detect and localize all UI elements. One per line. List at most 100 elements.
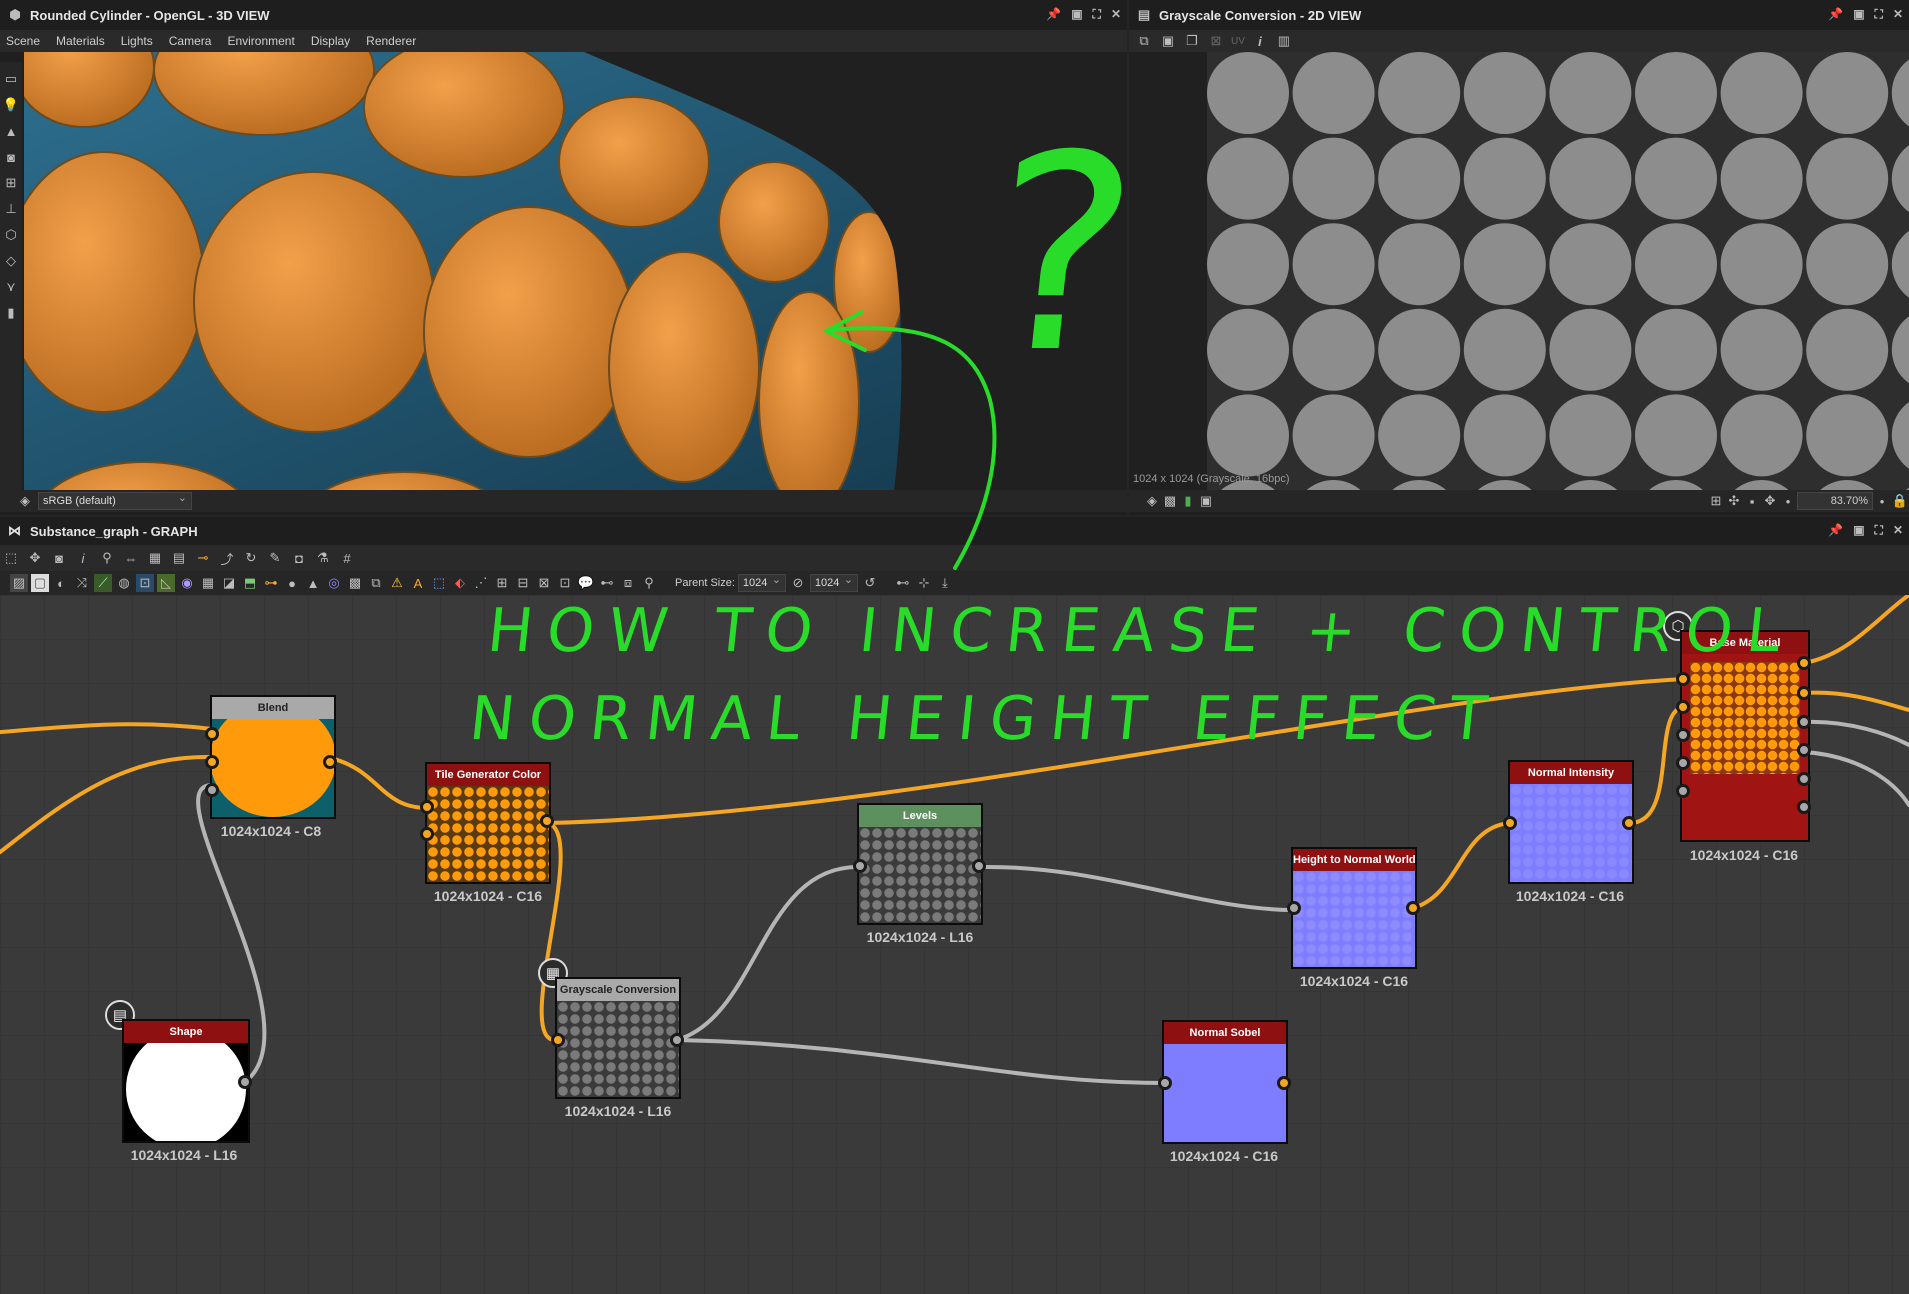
camera-icon[interactable]: ▭ <box>2 70 20 88</box>
refresh-icon[interactable]: ↻ <box>242 549 260 567</box>
light-icon[interactable]: 💡 <box>2 96 20 114</box>
warning-node-icon[interactable]: ⚠ <box>388 574 406 592</box>
close-icon[interactable]: ✕ <box>1893 523 1903 538</box>
view3d-titlebar[interactable]: ⬢ Rounded Cylinder - OpenGL - 3D VIEW 📌 … <box>0 0 1127 30</box>
screenshot-icon[interactable]: ◙ <box>2 148 20 166</box>
base-material-output-6[interactable] <box>1797 800 1811 814</box>
view3d-viewport[interactable] <box>24 52 1127 490</box>
blend-node[interactable]: Blend <box>210 695 336 819</box>
menu-materials[interactable]: Materials <box>56 34 105 48</box>
pan-icon[interactable]: ✥ <box>1761 492 1779 510</box>
axis-icon[interactable]: ⊥ <box>2 200 20 218</box>
grid-icon[interactable]: ⊞ <box>1707 492 1725 510</box>
base-material-output-1[interactable] <box>1797 656 1811 670</box>
uv-label[interactable]: UV <box>1231 36 1245 47</box>
transform-icon[interactable]: ⋎ <box>2 278 20 296</box>
layers-icon[interactable]: ◇ <box>2 252 20 270</box>
grayscale-conversion-node[interactable]: Grayscale Conversion <box>555 977 681 1099</box>
shuffle-node-icon[interactable]: ⤨ <box>73 574 91 592</box>
align-icon[interactable]: ⇔ <box>122 549 140 567</box>
tools-icon[interactable]: ✎ <box>266 549 284 567</box>
pin-icon[interactable]: 📌 <box>1828 523 1843 538</box>
levels-node[interactable]: Levels <box>857 803 983 925</box>
height-to-normal-output[interactable] <box>1406 901 1420 915</box>
curve-node-icon[interactable]: ⟋ <box>94 574 112 592</box>
menu-lights[interactable]: Lights <box>121 34 153 48</box>
sphere-node-icon[interactable]: ● <box>283 574 301 592</box>
height-to-normal-input[interactable] <box>1287 901 1301 915</box>
search-icon[interactable]: ⚲ <box>98 549 116 567</box>
colorspace-select[interactable]: sRGB (default) <box>38 490 192 510</box>
pin-icon[interactable]: 📌 <box>1828 7 1843 22</box>
size-select[interactable]: 1024 <box>809 572 858 592</box>
pixel-processor-icon[interactable]: ⬖ <box>451 574 469 592</box>
shape-node[interactable]: Shape <box>122 1019 250 1143</box>
normal-intensity-node[interactable]: Normal Intensity <box>1508 760 1634 884</box>
blend-output-port[interactable] <box>323 755 337 769</box>
flask-icon[interactable]: ⚗ <box>314 549 332 567</box>
base-material-input-3[interactable] <box>1676 728 1690 742</box>
base-material-output-4[interactable] <box>1797 743 1811 757</box>
frame-node-icon[interactable]: ⊡ <box>556 574 574 592</box>
restore-icon[interactable]: ▣ <box>1071 7 1082 22</box>
fit-icon[interactable]: ▪ <box>1743 492 1761 510</box>
base-material-input-5[interactable] <box>1676 784 1690 798</box>
pan-icon[interactable]: ✥ <box>26 549 44 567</box>
info-icon[interactable]: i <box>74 549 92 567</box>
comment-icon[interactable]: ▤ <box>170 549 188 567</box>
connect-icon[interactable]: ⊸ <box>194 549 212 567</box>
noise-node-icon[interactable]: ▩ <box>346 574 364 592</box>
menu-renderer[interactable]: Renderer <box>366 34 416 48</box>
tile-generator-node[interactable]: Tile Generator Color <box>425 762 551 884</box>
export-node-icon[interactable]: ⧈ <box>619 574 637 592</box>
comment-node-icon[interactable]: 💬 <box>577 574 595 592</box>
shape-output-port[interactable] <box>238 1075 252 1089</box>
text-node-icon[interactable]: A <box>409 574 427 592</box>
histogram-icon[interactable]: ▮ <box>2 304 20 322</box>
fx-node-icon[interactable]: ⊶ <box>262 574 280 592</box>
maximize-icon[interactable]: ⛶ <box>1875 523 1883 538</box>
channels-icon[interactable]: ▮ <box>1179 492 1197 510</box>
normal-intensity-output[interactable] <box>1622 816 1636 830</box>
copy-icon[interactable]: ❐ <box>1183 32 1201 50</box>
reset-icon[interactable]: ↺ <box>861 574 879 592</box>
menu-scene[interactable]: Scene <box>6 34 40 48</box>
mountain-node-icon[interactable]: ▲ <box>304 574 322 592</box>
selection-node-icon[interactable]: ⬚ <box>430 574 448 592</box>
close-icon[interactable]: ✕ <box>1111 7 1121 22</box>
save-icon[interactable]: ▣ <box>1159 32 1177 50</box>
gradient-node-icon[interactable]: ◺ <box>157 574 175 592</box>
fit-nodes-icon[interactable]: ⤓ <box>936 574 954 592</box>
view2d-titlebar[interactable]: ▤ Grayscale Conversion - 2D VIEW 📌 ▣ ⛶ ✕ <box>1129 0 1909 30</box>
restore-icon[interactable]: ▣ <box>1853 7 1864 22</box>
base-material-output-5[interactable] <box>1797 772 1811 786</box>
info-icon[interactable]: i <box>1251 32 1269 50</box>
blend-input-port-1[interactable] <box>205 727 219 741</box>
base-material-input-1[interactable] <box>1676 672 1690 686</box>
lock-icon[interactable]: 🔒 <box>1891 492 1909 510</box>
layers-color-icon[interactable]: ◈ <box>1143 492 1161 510</box>
chain-icon[interactable]: ⊷ <box>894 574 912 592</box>
frame-all-icon[interactable]: ⬚ <box>2 549 20 567</box>
normal-sobel-node[interactable]: Normal Sobel <box>1162 1020 1288 1144</box>
pin-node-icon[interactable]: ⚲ <box>640 574 658 592</box>
zoom-reset-icon[interactable]: • <box>1873 492 1891 510</box>
uniform-color-icon[interactable]: ▢ <box>31 574 49 592</box>
normal-sobel-input[interactable] <box>1158 1076 1172 1090</box>
dot-icon[interactable]: • <box>1779 492 1797 510</box>
height-to-normal-node[interactable]: Height to Normal World... <box>1291 847 1417 969</box>
graph-titlebar[interactable]: ⋈ Substance_graph - GRAPH 📌 ▣ ⛶ ✕ <box>0 517 1909 545</box>
pick-icon[interactable]: ✣ <box>1725 492 1743 510</box>
frame-icon[interactable]: ⊞ <box>2 174 20 192</box>
layers-color-icon[interactable]: ◈ <box>16 492 34 510</box>
menu-display[interactable]: Display <box>311 34 350 48</box>
zoom-field[interactable]: 83.70% <box>1797 492 1873 510</box>
histogram-icon[interactable]: ▥ <box>1275 32 1293 50</box>
restore-icon[interactable]: ▣ <box>1853 523 1864 538</box>
base-material-input-2[interactable] <box>1676 700 1690 714</box>
tile-generator-input-2[interactable] <box>420 827 434 841</box>
environment-icon[interactable]: ▲ <box>2 122 20 140</box>
link-icon[interactable]: ⤴ <box>218 549 236 567</box>
snapshot-icon[interactable]: ◘ <box>290 549 308 567</box>
maximize-icon[interactable]: ⛶ <box>1875 7 1883 22</box>
